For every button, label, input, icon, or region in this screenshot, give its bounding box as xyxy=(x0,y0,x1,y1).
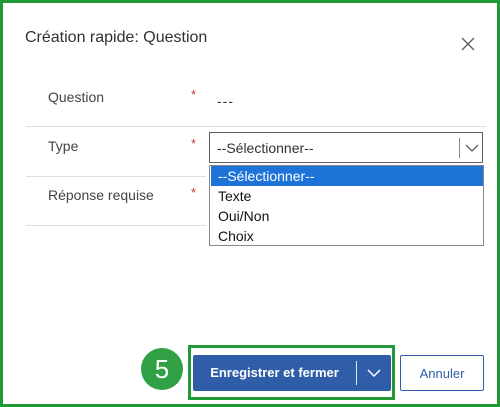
dropdown-option[interactable]: Texte xyxy=(211,186,483,206)
cancel-button[interactable]: Annuler xyxy=(400,355,484,391)
save-and-close-label: Enregistrer et fermer xyxy=(210,365,339,380)
row-divider xyxy=(26,225,206,226)
dropdown-option[interactable]: --Sélectionner-- xyxy=(211,166,483,186)
type-label: Type xyxy=(48,138,79,154)
row-divider xyxy=(26,126,486,127)
close-icon[interactable] xyxy=(458,34,478,54)
required-marker: * xyxy=(191,185,197,200)
dropdown-option[interactable]: Choix xyxy=(211,226,483,246)
dropdown-option[interactable]: Oui/Non xyxy=(211,206,483,226)
row-divider xyxy=(26,176,206,177)
cancel-label: Annuler xyxy=(419,366,465,381)
required-marker: * xyxy=(191,136,197,151)
chevron-down-icon[interactable] xyxy=(464,140,480,156)
step-badge: 5 xyxy=(141,348,183,390)
chevron-down-icon[interactable] xyxy=(358,355,391,391)
save-and-close-button[interactable]: Enregistrer et fermer xyxy=(193,355,391,391)
type-select-value: --Sélectionner-- xyxy=(217,140,314,156)
type-select[interactable]: --Sélectionner-- xyxy=(209,132,483,163)
question-value[interactable]: --- xyxy=(217,93,234,109)
reponse-label: Réponse requise xyxy=(48,187,154,203)
dialog-frame: Création rapide: Question Question * ---… xyxy=(0,0,500,407)
question-label: Question xyxy=(48,89,105,105)
type-dropdown-list: --Sélectionner-- Texte Oui/Non Choix xyxy=(209,165,484,246)
select-separator xyxy=(459,138,460,158)
required-marker: * xyxy=(191,87,197,102)
dialog-title: Création rapide: Question xyxy=(25,29,208,46)
split-separator xyxy=(356,361,357,385)
